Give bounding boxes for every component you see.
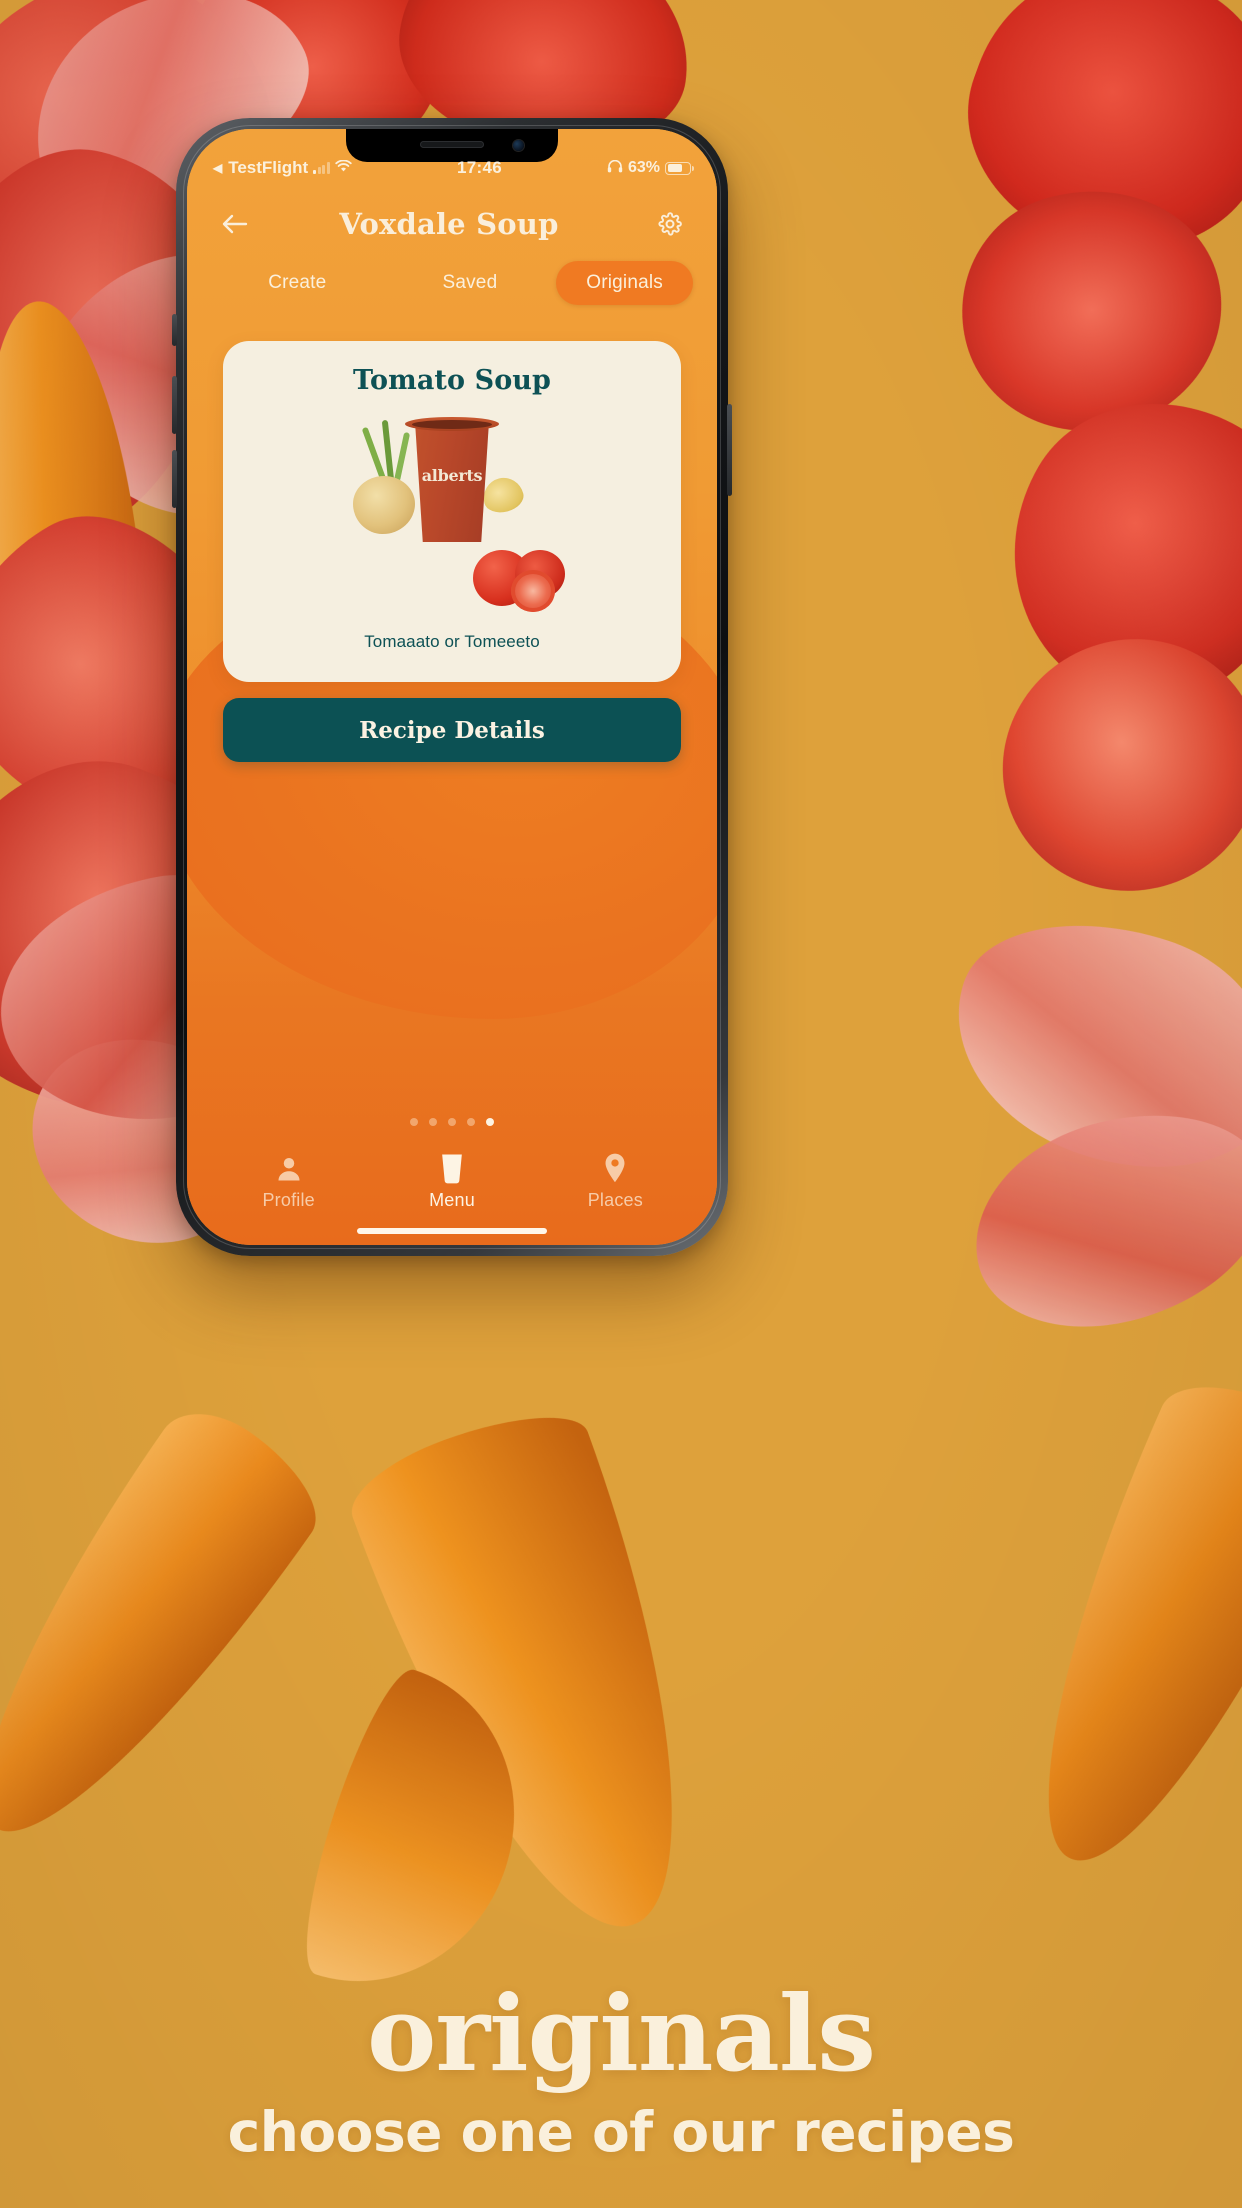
nav-label-profile: Profile: [262, 1190, 315, 1210]
status-bar-left[interactable]: ◀ TestFlight: [213, 158, 352, 178]
pagination-dot[interactable]: [410, 1118, 418, 1126]
back-triangle-icon: ◀: [213, 161, 223, 175]
cup-rim-inner: [412, 420, 492, 429]
page-title: Voxdale Soup: [339, 207, 559, 241]
battery-icon: [665, 161, 694, 175]
tab-originals[interactable]: Originals: [556, 261, 693, 305]
recipe-card-wrapper: Tomato Soup alberts Tomaaato or Tomeeeto: [187, 305, 717, 682]
promo-caption: originals choose one of our recipes: [0, 1972, 1242, 2165]
mute-switch: [172, 314, 177, 346]
wifi-icon: [335, 158, 352, 178]
back-app-label: TestFlight: [228, 158, 309, 177]
pagination-dot-active[interactable]: [486, 1118, 494, 1126]
status-bar-right: 63%: [607, 158, 694, 178]
gear-icon: [658, 212, 682, 236]
pagination-dot[interactable]: [467, 1118, 475, 1126]
nav-label-places: Places: [587, 1190, 643, 1210]
power-button: [727, 404, 732, 496]
status-bar-clock: 17:46: [456, 158, 502, 177]
volume-up-button: [172, 376, 177, 434]
recipe-image: alberts: [243, 396, 661, 632]
lemon-icon: [479, 473, 527, 517]
nav-item-menu[interactable]: Menu: [370, 1150, 533, 1211]
tab-create[interactable]: Create: [211, 261, 384, 305]
status-bar: ◀ TestFlight 17:46 63%: [187, 129, 717, 181]
tab-saved[interactable]: Saved: [384, 261, 557, 305]
cellular-bars-icon: [313, 162, 330, 174]
map-pin-icon: [601, 1150, 629, 1184]
tomato-slice-icon: [511, 570, 555, 612]
pagination-dot[interactable]: [448, 1118, 456, 1126]
arrow-left-icon: [222, 214, 247, 234]
caption-headline: originals: [367, 1972, 876, 2095]
battery-percent-label: 63%: [627, 159, 660, 176]
onion-icon: [353, 476, 415, 534]
recipe-subtitle: Tomaaato or Tomeeeto: [364, 632, 540, 651]
headphones-icon: [607, 158, 623, 178]
person-icon: [274, 1150, 304, 1184]
recipe-title: Tomato Soup: [352, 365, 552, 396]
nav-item-profile[interactable]: Profile: [207, 1150, 370, 1211]
caption-subline: choose one of our recipes: [227, 2100, 1015, 2164]
cta-wrapper: Recipe Details: [187, 682, 717, 762]
phone-mockup: ◀ TestFlight 17:46 63% Voxdale Soup Crea…: [172, 118, 732, 1256]
settings-button[interactable]: [649, 203, 691, 245]
recipe-details-button[interactable]: Recipe Details: [223, 698, 681, 762]
home-indicator[interactable]: [187, 1217, 717, 1245]
tab-bar: Create Saved Originals: [187, 245, 717, 305]
recipe-card[interactable]: Tomato Soup alberts Tomaaato or Tomeeeto: [223, 341, 681, 682]
nav-label-menu: Menu: [429, 1190, 475, 1210]
phone-screen: ◀ TestFlight 17:46 63% Voxdale Soup Crea…: [187, 129, 717, 1245]
soup-cup-illustration: alberts: [337, 414, 567, 614]
app-root: ◀ TestFlight 17:46 63% Voxdale Soup Crea…: [187, 129, 717, 1245]
pagination-dots[interactable]: [187, 1118, 717, 1148]
volume-down-button: [172, 450, 177, 508]
nav-item-places[interactable]: Places: [534, 1150, 697, 1211]
bottom-navigation: Profile Menu Places: [187, 1148, 717, 1217]
cup-icon: [438, 1150, 466, 1184]
app-header: Voxdale Soup: [187, 181, 717, 245]
cup-brand-label: alberts: [421, 466, 483, 485]
pagination-dot[interactable]: [429, 1118, 437, 1126]
